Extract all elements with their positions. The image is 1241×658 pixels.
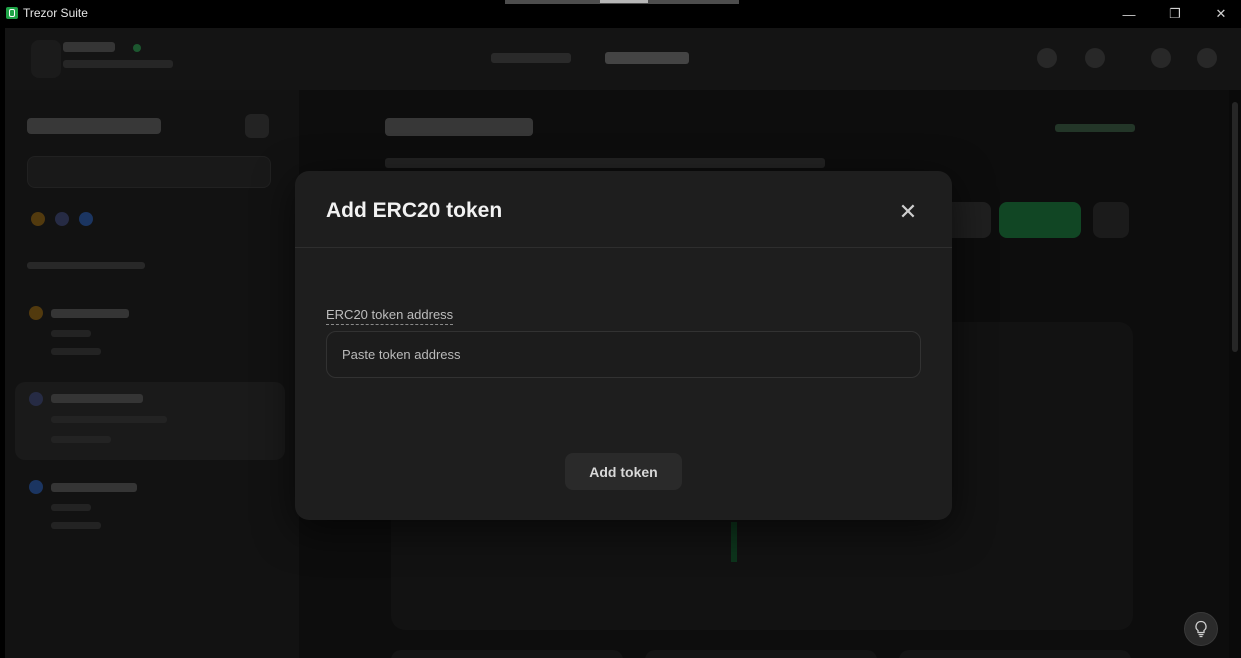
guide-lightbulb-button[interactable]: [1184, 612, 1218, 646]
titlebar-highlight-center: [600, 0, 648, 3]
minimize-button[interactable]: —: [1106, 0, 1152, 28]
trezor-logo-icon: [6, 7, 18, 19]
token-address-input[interactable]: [326, 331, 921, 378]
window-titlebar: Trezor Suite — ❐ ✕: [0, 0, 1241, 28]
add-erc20-token-modal: Add ERC20 token ✕ ERC20 token address Ad…: [295, 171, 952, 520]
maximize-button[interactable]: ❐: [1152, 0, 1198, 28]
lightbulb-icon: [1195, 620, 1207, 638]
modal-title: Add ERC20 token: [326, 199, 503, 222]
add-token-button[interactable]: Add token: [565, 453, 682, 490]
window-title: Trezor Suite: [23, 6, 88, 20]
modal-divider: [295, 247, 952, 248]
close-icon[interactable]: ✕: [893, 197, 923, 227]
token-address-label: ERC20 token address: [326, 307, 454, 325]
window-close-button[interactable]: ✕: [1198, 0, 1241, 28]
